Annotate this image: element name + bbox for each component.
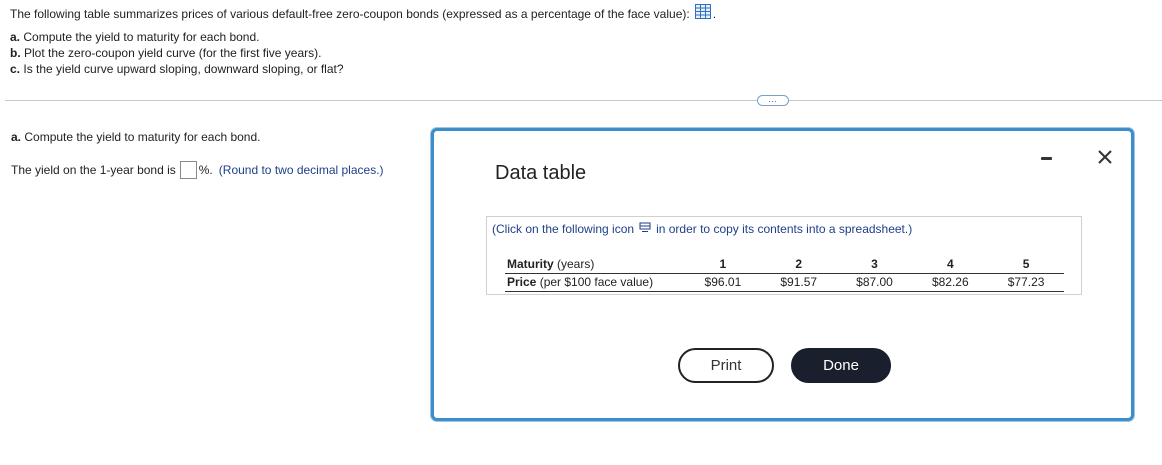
row-label: Price (per $100 face value) [505,273,685,292]
table-cell: $77.23 [988,273,1064,292]
table-grid-icon[interactable] [694,4,711,23]
dialog-title: Data table [495,162,587,184]
done-button[interactable]: Done [791,348,891,383]
answer-suffix: %. [198,163,213,177]
copy-prefix: (Click on the following icon [492,222,635,236]
table-cell: 1 [685,255,761,274]
answer-prefix: The yield on the 1-year bond is [11,163,176,177]
data-table-dialog: Data table (Click on the following icon … [431,128,1134,421]
table-cell: 3 [836,255,913,274]
problem-statement: The following table summarizes prices of… [10,4,716,77]
minimize-icon[interactable] [1041,157,1052,160]
table-row-maturity: Maturity (years) 1 2 3 4 5 [505,255,1064,274]
expand-button[interactable]: … [757,95,789,106]
answer-line: The yield on the 1-year bond is %. (Roun… [11,161,384,179]
data-table-box: (Click on the following icon in order to… [486,216,1082,295]
table-cell: 5 [988,255,1064,274]
copy-suffix: in order to copy its contents into a spr… [656,222,913,236]
table-row-price: Price (per $100 face value) $96.01 $91.5… [505,273,1064,292]
row-label-bold: Maturity [507,256,554,271]
part-a-section: a. Compute the yield to maturity for eac… [11,129,384,179]
question-letter: c. [10,62,21,76]
question-c: c. Is the yield curve upward sloping, do… [10,61,716,77]
row-label: Maturity (years) [505,255,685,274]
copy-spreadsheet-icon[interactable] [639,222,651,236]
row-label-bold: Price [507,275,537,289]
table-cell: 4 [912,255,989,274]
question-a: a. Compute the yield to maturity for eac… [10,29,716,45]
intro-period: . [712,6,717,21]
table-cell: $96.01 [685,273,761,292]
row-label-rest: (years) [553,256,595,271]
question-text: Is the yield curve upward sloping, downw… [23,62,344,76]
problem-intro: The following table summarizes prices of… [10,4,716,23]
table-cell: $82.26 [912,273,989,292]
question-letter: b. [10,46,21,60]
part-a-heading-text: Compute the yield to maturity for each b… [24,130,261,144]
section-divider [5,100,1162,101]
table-cell: $91.57 [760,273,837,292]
copy-instruction: (Click on the following icon in order to… [492,222,912,236]
bond-price-table: Maturity (years) 1 2 3 4 5 Price (per $1… [505,255,1064,292]
part-a-letter: a. [11,130,22,144]
part-a-heading: a. Compute the yield to maturity for eac… [11,129,261,145]
close-icon[interactable] [1096,148,1114,166]
rounding-hint: (Round to two decimal places.) [218,163,384,177]
yield-answer-input[interactable] [179,161,197,179]
problem-intro-text: The following table summarizes prices of… [10,6,690,21]
question-text: Plot the zero-coupon yield curve (for th… [24,46,322,60]
print-button[interactable]: Print [678,348,774,383]
row-label-rest: (per $100 face value) [536,275,654,289]
question-letter: a. [10,30,21,44]
table-cell: 2 [760,255,837,274]
question-b: b. Plot the zero-coupon yield curve (for… [10,45,716,61]
question-text: Compute the yield to maturity for each b… [23,30,260,44]
table-cell: $87.00 [836,273,913,292]
